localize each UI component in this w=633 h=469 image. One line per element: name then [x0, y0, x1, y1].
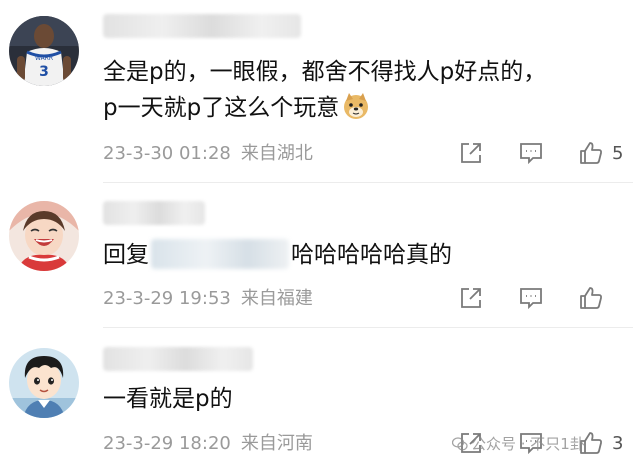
thumbs-up-icon[interactable] — [578, 140, 604, 166]
comment-location: 来自河南 — [240, 433, 313, 454]
comment-text-line2: p一天就p了这么个玩意 — [103, 90, 546, 126]
comment-icon[interactable] — [518, 140, 544, 166]
comment-date: 23-3-30 01:28 — [103, 143, 231, 164]
comment-text: 回复 哈哈哈哈哈真的 — [103, 237, 452, 273]
wechat-icon — [451, 436, 468, 452]
username-blurred[interactable] — [103, 201, 205, 225]
avatar[interactable]: WARR 3 — [9, 16, 79, 86]
username-blurred[interactable] — [103, 14, 301, 38]
svg-text:WARR: WARR — [35, 55, 53, 62]
thumbs-up-icon[interactable] — [578, 285, 604, 311]
comment-text: 一看就是p的 — [103, 386, 233, 412]
like-count: 3 — [612, 433, 624, 454]
comment-date: 23-3-29 18:20 — [103, 433, 231, 454]
share-icon[interactable] — [458, 140, 484, 166]
username-blurred[interactable] — [103, 347, 253, 371]
comment-text: 全是p的，一眼假，都舍不得找人p好点的， p一天就p了这么个玩意 — [103, 54, 546, 126]
watermark-text: 公众号 · 不只1卦 — [471, 435, 585, 453]
comment-item-2: 回复 哈哈哈哈哈真的 23-3-29 19:53 来自福建 — [0, 183, 633, 327]
comment-text-line1: 全是p的，一眼假，都舍不得找人p好点的， — [103, 59, 547, 85]
comment-date: 23-3-29 19:53 — [103, 288, 231, 309]
comment-location: 来自福建 — [240, 288, 313, 309]
doge-emoji-icon — [341, 91, 371, 121]
reply-prefix: 回复 — [103, 242, 149, 268]
share-icon[interactable] — [458, 285, 484, 311]
comment-icon[interactable] — [518, 285, 544, 311]
reply-text: 哈哈哈哈哈真的 — [291, 242, 452, 268]
comment-meta: 23-3-29 18:20 来自河南 — [103, 433, 313, 455]
comment-location: 来自湖北 — [240, 143, 313, 164]
like-count: 5 — [612, 143, 624, 164]
comment-meta: 23-3-30 01:28 来自湖北 — [103, 143, 313, 165]
avatar[interactable] — [9, 201, 79, 271]
comment-meta: 23-3-29 19:53 来自福建 — [103, 288, 313, 310]
comment-item-1: WARR 3 全是p的，一眼假，都舍不得找人p好点的， p一天就p了这么个玩意 … — [0, 0, 633, 182]
avatar[interactable] — [9, 348, 79, 418]
svg-text:3: 3 — [39, 64, 49, 80]
replied-username-blurred[interactable] — [151, 239, 289, 269]
watermark: 公众号 · 不只1卦 — [451, 433, 585, 454]
